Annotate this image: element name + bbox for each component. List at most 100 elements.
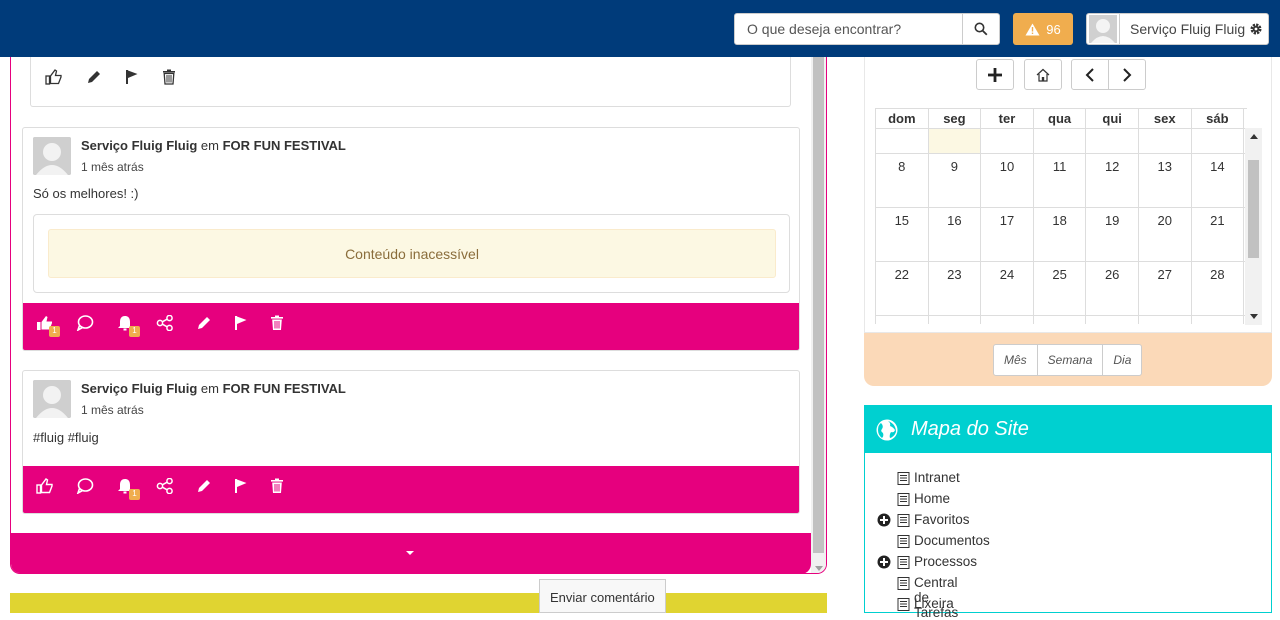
flag-icon[interactable]: [125, 69, 139, 85]
calendar-day-cell[interactable]: 15: [876, 208, 929, 261]
scroll-down-arrow-icon[interactable]: [815, 566, 823, 571]
edit-icon[interactable]: [196, 478, 212, 494]
today-button[interactable]: [1024, 59, 1062, 90]
scrollbar-thumb[interactable]: [1248, 160, 1259, 258]
site-map-item-label[interactable]: Lixeira: [914, 596, 954, 611]
site-map-item-label[interactable]: Processos: [914, 554, 977, 569]
post-author-link[interactable]: Serviço Fluig Fluig: [81, 138, 197, 153]
gear-icon: [1250, 23, 1262, 35]
social-feed-panel: Serviço Fluig Fluig em FOR FUN FESTIVAL …: [10, 57, 827, 574]
calendar-day-cell[interactable]: 13: [1139, 154, 1192, 207]
share-icon[interactable]: [156, 315, 174, 331]
calendar-day-cell[interactable]: 30: [929, 316, 982, 324]
next-month-button[interactable]: [1109, 60, 1146, 89]
calendar-day-cell[interactable]: 10: [981, 154, 1034, 207]
site-map-item-label[interactable]: Home: [914, 491, 950, 506]
calendar-day-cell[interactable]: 19: [1086, 208, 1139, 261]
site-map-item-label[interactable]: Documentos: [914, 533, 990, 548]
calendar-day-cell[interactable]: 17: [981, 208, 1034, 261]
weekday-label: seg: [929, 109, 982, 128]
trash-icon[interactable]: [162, 69, 176, 85]
calendar-day-cell-other-month[interactable]: 4: [1192, 316, 1245, 324]
feed-scrollbar[interactable]: [811, 57, 826, 573]
post-connector: em: [200, 381, 219, 396]
calendar-day-cell[interactable]: 28: [1192, 262, 1245, 315]
scroll-down-arrow-icon[interactable]: [1250, 314, 1258, 319]
calendar-day-cell[interactable]: 8: [876, 154, 929, 207]
trash-icon[interactable]: [270, 315, 284, 331]
calendar-day-cell[interactable]: 14: [1192, 154, 1245, 207]
calendar-day-cell[interactable]: [1034, 129, 1087, 153]
calendar-day-cell-other-month[interactable]: 2: [1086, 316, 1139, 324]
plus-icon: [988, 67, 1002, 82]
user-name: Serviço Fluig Fluig: [1130, 21, 1246, 37]
calendar-day-cell-other-month[interactable]: 1: [1034, 316, 1087, 324]
site-map-item-label[interactable]: Intranet: [914, 470, 960, 485]
post-time: 1 mês atrás: [81, 403, 144, 417]
calendar-day-cell[interactable]: 12: [1086, 154, 1139, 207]
edit-icon[interactable]: [86, 69, 102, 85]
site-map-title: Mapa do Site: [911, 418, 1029, 440]
post-author-link[interactable]: Serviço Fluig Fluig: [81, 381, 197, 396]
calendar-day-cell-today[interactable]: [928, 129, 982, 153]
calendar-day-cell[interactable]: 11: [1034, 154, 1087, 207]
scrollbar-thumb[interactable]: [813, 57, 824, 553]
calendar-day-cell-other-month[interactable]: 3: [1139, 316, 1192, 324]
comment-icon[interactable]: [76, 315, 94, 331]
site-map-item-label[interactable]: Favoritos: [914, 512, 970, 527]
notification-count-badge: 1: [129, 326, 140, 337]
search-input[interactable]: [735, 14, 963, 44]
like-icon[interactable]: 1: [36, 315, 60, 337]
bell-icon[interactable]: 1: [116, 478, 140, 500]
user-menu-button[interactable]: Serviço Fluig Fluig: [1086, 13, 1269, 45]
calendar-day-cell[interactable]: [981, 129, 1034, 153]
like-icon[interactable]: [36, 478, 54, 494]
calendar-day-cell[interactable]: [1086, 129, 1139, 153]
expand-plus-icon[interactable]: [877, 555, 891, 569]
flag-icon[interactable]: [234, 478, 248, 494]
search-button[interactable]: [962, 14, 999, 44]
calendar-day-cell[interactable]: 22: [876, 262, 929, 315]
like-icon[interactable]: [45, 69, 63, 85]
post-community-link[interactable]: FOR FUN FESTIVAL: [223, 381, 346, 396]
calendar-day-cell[interactable]: 25: [1034, 262, 1087, 315]
avatar[interactable]: [33, 380, 71, 418]
scroll-up-arrow-icon[interactable]: [1250, 134, 1258, 139]
edit-icon[interactable]: [196, 315, 212, 331]
bell-icon[interactable]: 1: [116, 315, 140, 337]
calendar-day-cell[interactable]: 24: [981, 262, 1034, 315]
chevron-right-icon: [1123, 67, 1132, 82]
calendar-day-cell[interactable]: 9: [929, 154, 982, 207]
calendar-week-row: 8 9 10 11 12 13 14: [876, 154, 1247, 208]
load-more-bar[interactable]: [11, 533, 811, 573]
calendar-week-row: 29 30 31 1 2 3 4: [876, 316, 1247, 324]
previous-month-button[interactable]: [1072, 60, 1109, 89]
calendar-day-cell[interactable]: 23: [929, 262, 982, 315]
calendar-day-cell[interactable]: 16: [929, 208, 982, 261]
week-view-button[interactable]: Semana: [1038, 345, 1104, 375]
calendar-day-cell[interactable]: 21: [1192, 208, 1245, 261]
calendar-day-cell[interactable]: 26: [1086, 262, 1139, 315]
share-icon[interactable]: [156, 478, 174, 494]
day-view-button[interactable]: Dia: [1103, 345, 1141, 375]
weekday-label: dom: [876, 109, 929, 128]
calendar-day-cell[interactable]: 27: [1139, 262, 1192, 315]
expand-plus-icon[interactable]: [877, 513, 891, 527]
month-view-button[interactable]: Mês: [994, 345, 1038, 375]
calendar-day-cell[interactable]: 18: [1034, 208, 1087, 261]
avatar[interactable]: [33, 137, 71, 175]
calendar-day-cell[interactable]: [1192, 129, 1245, 153]
trash-icon[interactable]: [270, 478, 284, 494]
post-community-link[interactable]: FOR FUN FESTIVAL: [223, 138, 346, 153]
calendar-day-cell[interactable]: 20: [1139, 208, 1192, 261]
comment-icon[interactable]: [76, 478, 94, 494]
calendar-day-cell[interactable]: 29: [876, 316, 929, 324]
flag-icon[interactable]: [234, 315, 248, 331]
calendar-day-cell[interactable]: [1139, 129, 1192, 153]
calendar-day-cell[interactable]: 31: [981, 316, 1034, 324]
calendar-day-cell[interactable]: [876, 129, 929, 153]
add-event-button[interactable]: [976, 59, 1014, 90]
user-avatar-icon: [33, 380, 71, 418]
alerts-button[interactable]: 96: [1013, 13, 1073, 45]
calendar-scrollbar[interactable]: [1245, 128, 1262, 325]
